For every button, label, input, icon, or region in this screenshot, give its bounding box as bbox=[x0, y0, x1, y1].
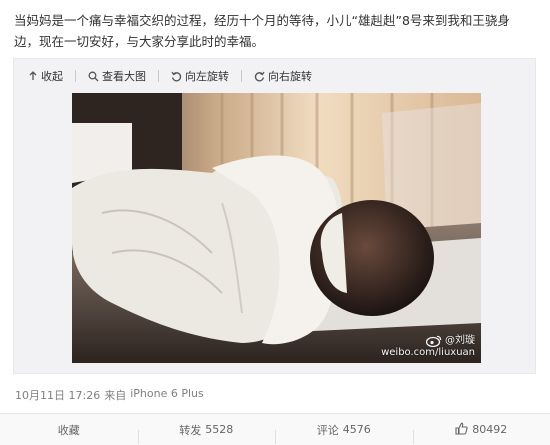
favorite-label: 收藏 bbox=[58, 422, 80, 438]
arrow-up-icon bbox=[28, 71, 38, 81]
watermark-handle: @刘璇 bbox=[445, 335, 475, 347]
comment-label: 评论 bbox=[317, 422, 339, 438]
like-count: 80492 bbox=[472, 423, 507, 436]
image-watermark: @刘璇 weibo.com/liuxuan bbox=[381, 335, 475, 359]
image-toolbar: 收起 查看大图 向左旋转 向右旋转 bbox=[14, 59, 535, 93]
post-source[interactable]: iPhone 6 Plus bbox=[130, 387, 204, 403]
rotate-right-button[interactable]: 向右旋转 bbox=[254, 68, 312, 84]
toolbar-divider bbox=[158, 70, 159, 82]
weibo-logo-icon bbox=[426, 335, 442, 347]
source-prefix: 来自 bbox=[104, 387, 126, 403]
media-viewer: 收起 查看大图 向左旋转 向右旋转 bbox=[13, 58, 536, 374]
action-bar: 收藏 转发 5528 评论 4576 80492 bbox=[0, 413, 550, 445]
like-button[interactable]: 80492 bbox=[413, 422, 550, 438]
post-time[interactable]: 10月11日 17:26 bbox=[15, 387, 100, 403]
collapse-label: 收起 bbox=[41, 68, 63, 84]
thumbs-up-icon bbox=[455, 422, 468, 438]
rotate-left-button[interactable]: 向左旋转 bbox=[171, 68, 229, 84]
post-meta: 10月11日 17:26 来自 iPhone 6 Plus bbox=[15, 387, 204, 403]
view-large-button[interactable]: 查看大图 bbox=[88, 68, 146, 84]
repost-label: 转发 bbox=[179, 422, 201, 438]
rotate-left-label: 向左旋转 bbox=[185, 68, 229, 84]
watermark-site: weibo.com/liuxuan bbox=[381, 347, 475, 359]
rotate-right-icon bbox=[254, 71, 265, 82]
rotate-right-label: 向右旋转 bbox=[268, 68, 312, 84]
toolbar-divider bbox=[241, 70, 242, 82]
repost-count: 5528 bbox=[205, 423, 233, 436]
toolbar-divider bbox=[75, 70, 76, 82]
collapse-button[interactable]: 收起 bbox=[28, 68, 63, 84]
rotate-left-icon bbox=[171, 71, 182, 82]
post-text: 当妈妈是一个痛与幸福交织的过程，经历十个月的等待，小儿“雄赳赳”8号来到我和王骁… bbox=[14, 10, 514, 52]
post-photo[interactable]: @刘璇 weibo.com/liuxuan bbox=[72, 93, 481, 363]
view-large-label: 查看大图 bbox=[102, 68, 146, 84]
repost-button[interactable]: 转发 5528 bbox=[138, 422, 276, 438]
favorite-button[interactable]: 收藏 bbox=[0, 422, 138, 438]
comment-count: 4576 bbox=[343, 423, 371, 436]
search-icon bbox=[88, 71, 99, 82]
comment-button[interactable]: 评论 4576 bbox=[275, 422, 413, 438]
